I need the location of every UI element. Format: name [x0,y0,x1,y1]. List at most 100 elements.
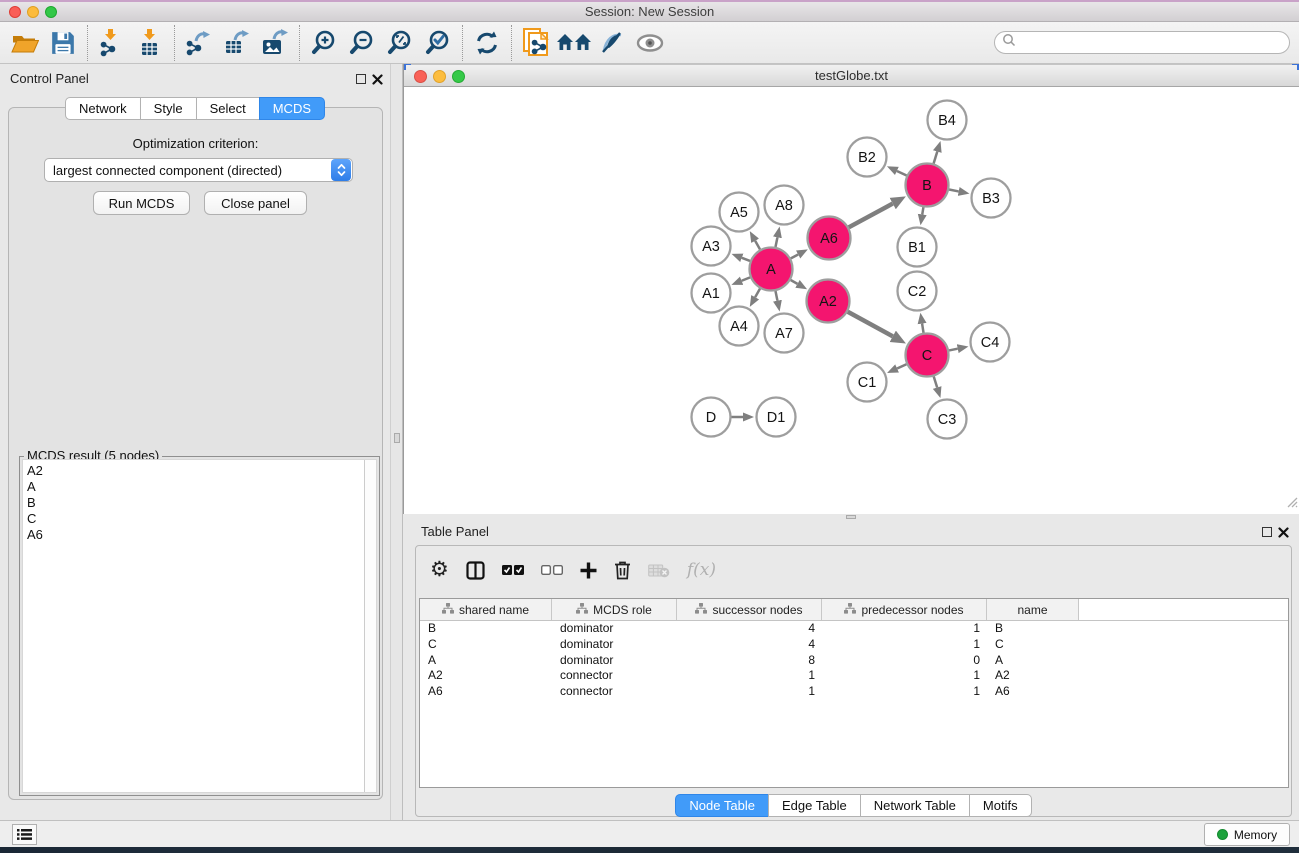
table-cell[interactable]: 1 [822,637,987,653]
table-cell[interactable]: connector [552,668,677,684]
table-cell[interactable]: C [987,637,1079,653]
edge-C-C4[interactable] [949,349,958,351]
tab-motifs[interactable]: Motifs [969,794,1032,817]
tab-node-table[interactable]: Node Table [675,794,769,817]
task-history-button[interactable] [12,824,37,845]
table-cell[interactable]: B [987,621,1079,637]
edge-A-A4[interactable] [755,289,760,298]
export-network-icon[interactable] [180,25,218,61]
export-table-icon[interactable] [218,25,256,61]
window-minimize-button[interactable] [27,6,39,18]
resize-grip-icon[interactable] [1286,495,1298,513]
table-cell[interactable]: C [420,637,552,653]
delete-column-icon[interactable] [614,560,631,580]
table-panel-float-icon[interactable] [1262,527,1272,537]
column-layout-icon[interactable] [466,561,485,580]
edge-B-B2[interactable] [897,171,907,176]
divider-handle-icon[interactable] [846,515,856,519]
tab-network[interactable]: Network [65,97,141,120]
table-cell[interactable]: 1 [677,684,822,700]
divider-handle-icon[interactable] [394,433,400,443]
hide-graphics-details-icon[interactable] [593,25,631,61]
edge-A-A1[interactable] [742,277,750,280]
table-cell[interactable]: A6 [420,684,552,700]
column-header-successor-nodes[interactable]: successor nodes [677,599,822,620]
table-cell[interactable]: dominator [552,637,677,653]
zoom-out-icon[interactable] [343,25,381,61]
edge-A-A3[interactable] [742,258,750,261]
table-cell[interactable]: A [987,653,1079,669]
edge-A-A2[interactable] [791,280,798,284]
edge-C-C2[interactable] [922,324,923,333]
search-input[interactable] [1016,34,1289,52]
create-network-from-file-icon[interactable] [517,25,555,61]
refresh-network-icon[interactable] [468,25,506,61]
mcds-result-scrollbar[interactable] [364,460,376,792]
tab-select[interactable]: Select [196,97,260,120]
control-panel-float-icon[interactable] [356,74,366,84]
table-row[interactable]: A2connector11A2 [420,668,1288,684]
column-header-shared-name[interactable]: shared name [420,599,552,620]
import-network-icon[interactable] [93,25,131,61]
run-mcds-button[interactable]: Run MCDS [93,191,190,215]
mcds-result-item[interactable]: A2 [23,463,376,479]
edge-C-C1[interactable] [897,364,906,368]
table-cell[interactable]: dominator [552,621,677,637]
deselect-all-columns-icon[interactable] [541,564,563,576]
edge-A6-B[interactable] [849,204,893,228]
mcds-result-item[interactable]: A6 [23,527,376,543]
table-row[interactable]: Bdominator41B [420,621,1288,637]
network-window-titlebar[interactable]: testGlobe.txt [404,64,1299,87]
table-cell[interactable]: 8 [677,653,822,669]
network-zoom-button[interactable] [452,70,465,83]
open-session-icon[interactable] [6,25,44,61]
table-cell[interactable]: 4 [677,621,822,637]
table-cell[interactable]: connector [552,684,677,700]
node-table[interactable]: shared nameMCDS rolesuccessor nodesprede… [419,598,1289,788]
column-header-name[interactable]: name [987,599,1079,620]
table-cell[interactable]: dominator [552,653,677,669]
edge-A-A6[interactable] [791,254,798,258]
mcds-result-item[interactable]: A [23,479,376,495]
edge-A-A7[interactable] [775,291,777,301]
zoom-selected-icon[interactable] [419,25,457,61]
mcds-result-item[interactable]: C [23,511,376,527]
column-header-MCDS-role[interactable]: MCDS role [552,599,677,620]
show-graphics-details-icon[interactable] [631,25,669,61]
import-table-icon[interactable] [131,25,169,61]
edge-B-B4[interactable] [934,152,938,164]
table-cell[interactable]: 1 [822,621,987,637]
zoom-in-icon[interactable] [305,25,343,61]
search-field[interactable] [994,31,1290,54]
table-row[interactable]: Adominator80A [420,653,1288,669]
add-column-icon[interactable] [580,562,597,579]
edge-A-A8[interactable] [775,237,777,247]
mcds-result-list[interactable]: A2ABCA6 [22,459,377,793]
table-cell[interactable]: 1 [822,668,987,684]
table-cell[interactable]: 1 [822,684,987,700]
close-panel-button[interactable]: Close panel [204,191,307,215]
export-image-icon[interactable] [256,25,294,61]
panel-divider-vertical[interactable] [390,64,403,820]
tab-edge-table[interactable]: Edge Table [768,794,861,817]
edge-A2-C[interactable] [848,312,893,337]
table-row[interactable]: Cdominator41C [420,637,1288,653]
tab-style[interactable]: Style [140,97,197,120]
table-row[interactable]: A6connector11A6 [420,684,1288,700]
control-panel-close-icon[interactable] [372,74,383,85]
table-settings-icon[interactable]: ⚙ [430,560,449,580]
save-session-icon[interactable] [44,25,82,61]
table-cell[interactable]: A [420,653,552,669]
mcds-result-item[interactable]: B [23,495,376,511]
edge-B-B3[interactable] [949,189,959,191]
edge-B-B1[interactable] [922,207,923,214]
memory-button[interactable]: Memory [1204,823,1290,846]
table-cell[interactable]: A2 [420,668,552,684]
table-cell[interactable]: B [420,621,552,637]
edge-A-A5[interactable] [755,241,760,250]
table-cell[interactable]: 4 [677,637,822,653]
edge-C-C3[interactable] [934,376,937,387]
network-minimize-button[interactable] [433,70,446,83]
window-zoom-button[interactable] [45,6,57,18]
first-neighbors-home-icon[interactable] [555,25,593,61]
